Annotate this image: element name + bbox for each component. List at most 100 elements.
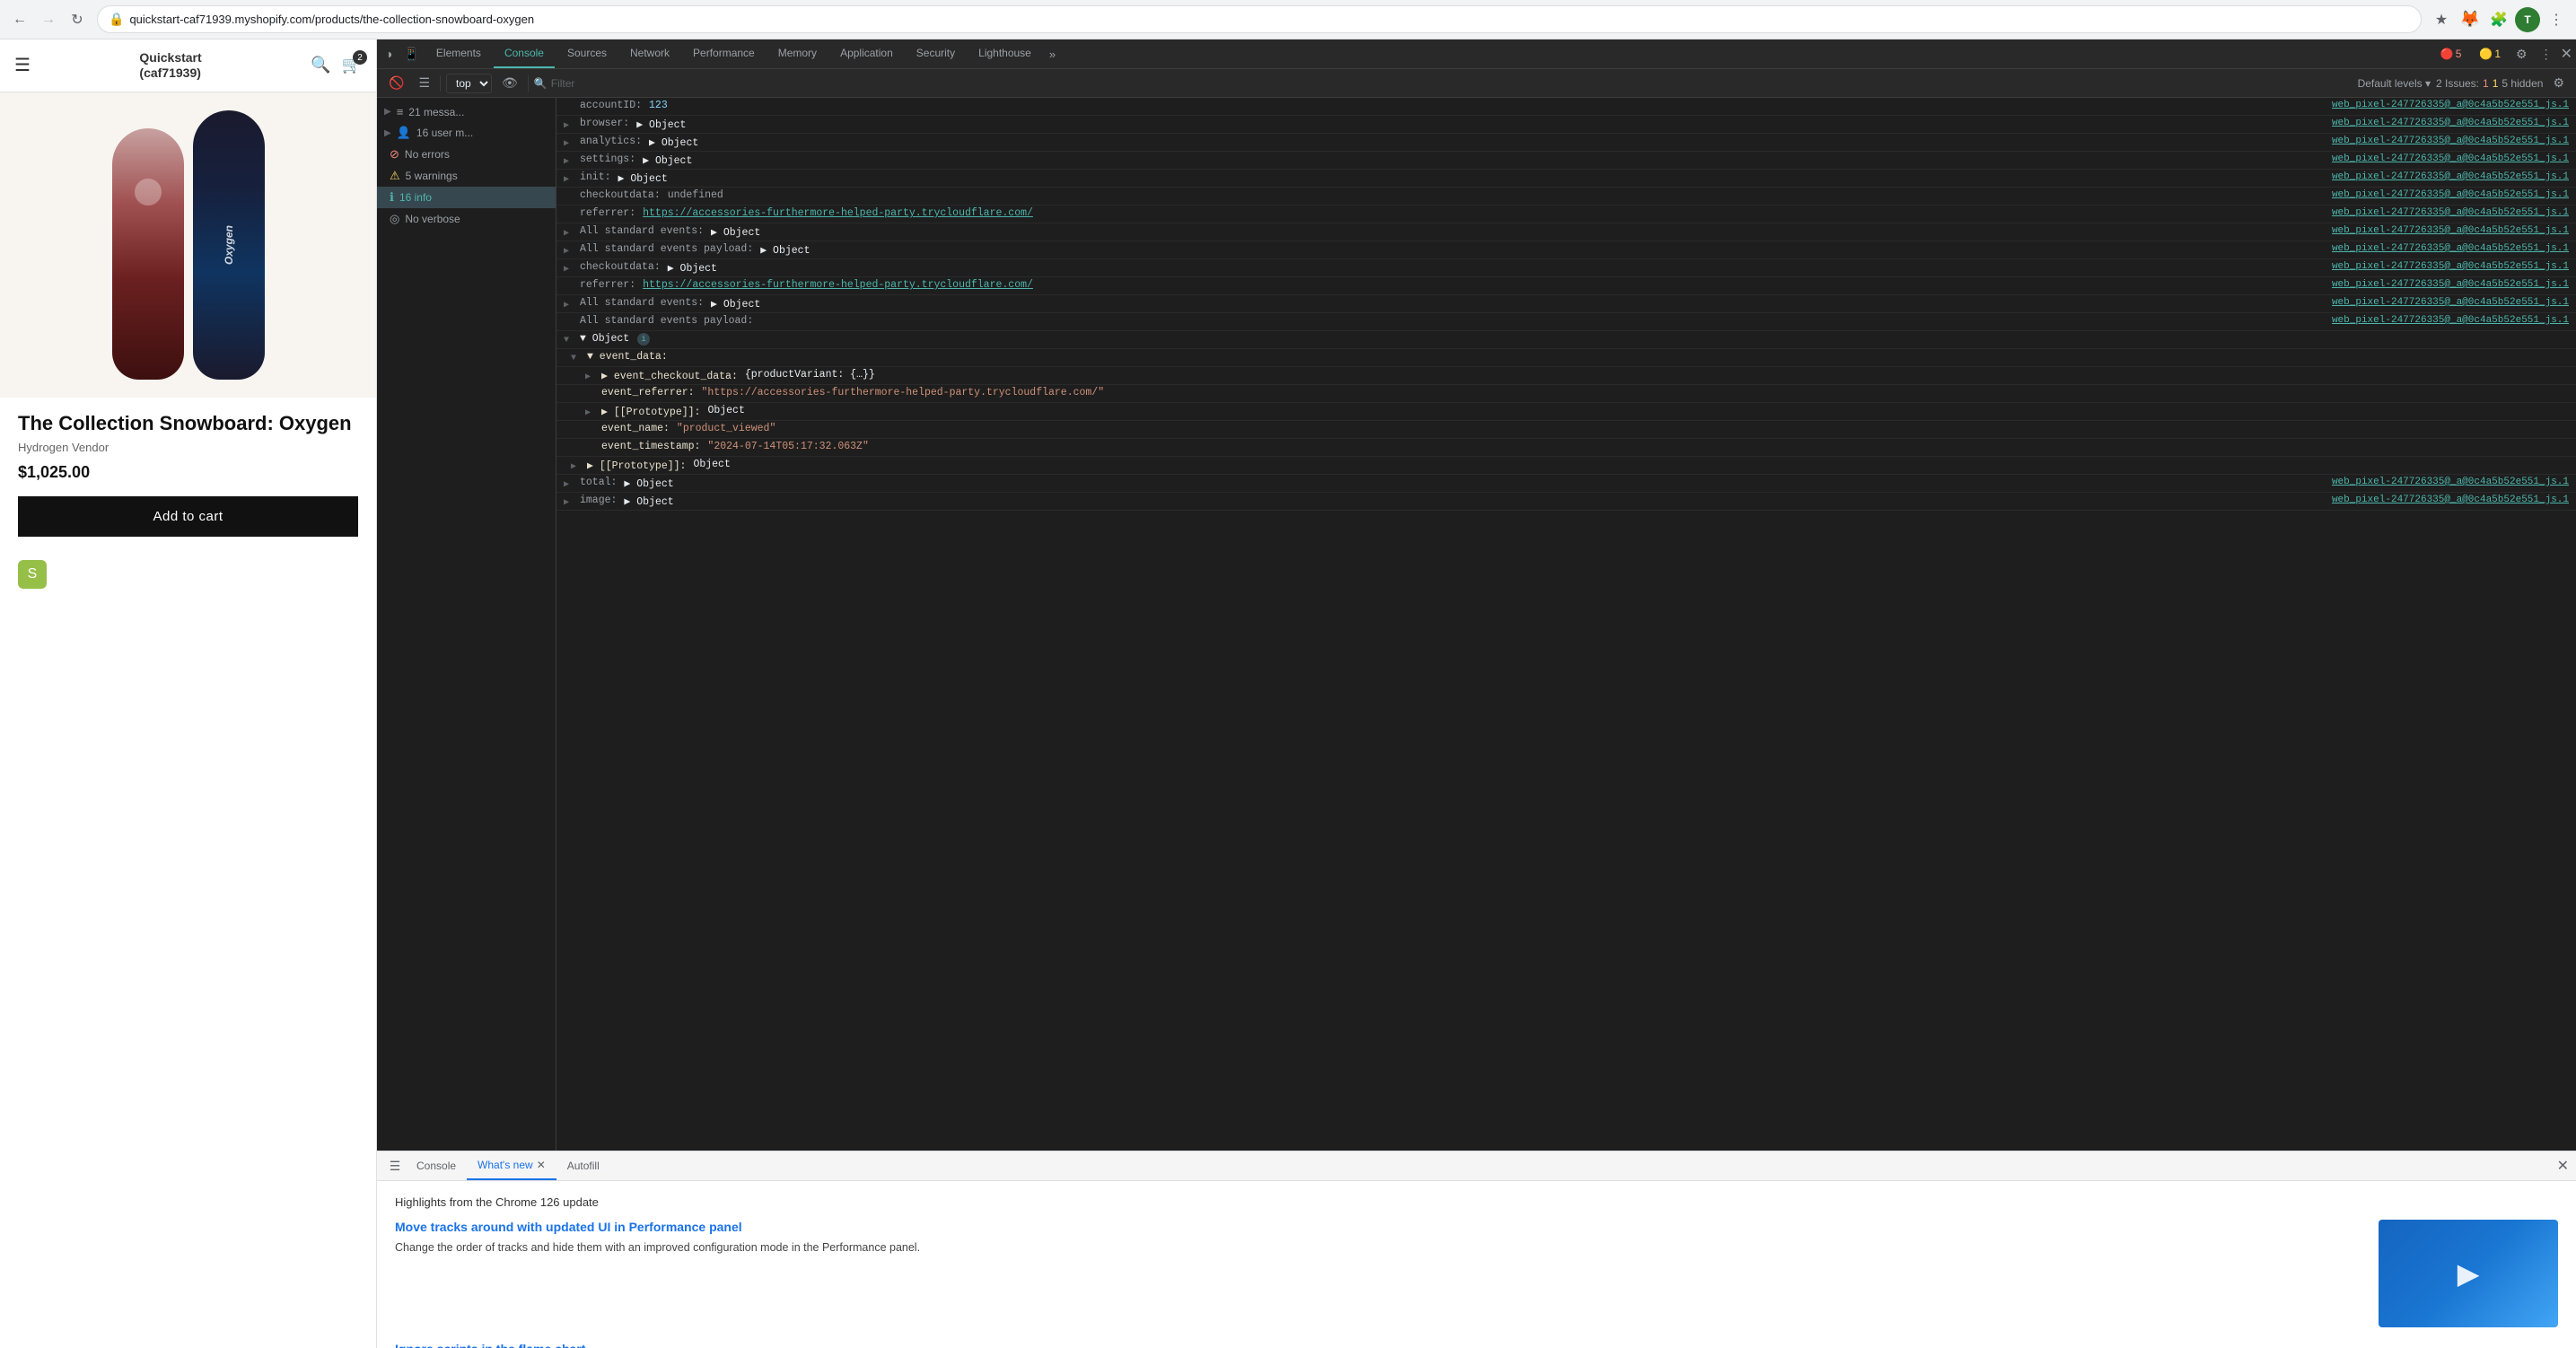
wn-article-1-title[interactable]: Move tracks around with updated UI in Pe… (395, 1220, 2364, 1234)
tab-performance[interactable]: Performance (682, 39, 766, 68)
tab-elements[interactable]: Elements (425, 39, 492, 68)
tab-network[interactable]: Network (619, 39, 680, 68)
back-button[interactable]: ← (7, 7, 32, 32)
log-entry-analytics: ▶ analytics: ▶ Object web_pixel-24772633… (556, 134, 2576, 152)
log-entry-referrer1: referrer: https://accessories-furthermor… (556, 206, 2576, 223)
log-source-total[interactable]: web_pixel-247726335@_a@0c4a5b52e551_js.1 (2332, 477, 2569, 487)
log-entry-event-checkout-data: ▶ ▶ event_checkout_data: {productVariant… (556, 367, 2576, 385)
menu-button[interactable]: ⋮ (2544, 7, 2569, 32)
sidebar-item-messages[interactable]: ▶ ≡ 21 messa... (377, 101, 556, 122)
nav-buttons: ← → ↻ (7, 7, 90, 32)
log-entry-image: ▶ image: ▶ Object web_pixel-247726335@_a… (556, 493, 2576, 511)
log-source-settings[interactable]: web_pixel-247726335@_a@0c4a5b52e551_js.1 (2332, 153, 2569, 164)
default-levels-button[interactable]: Default levels ▾ (2358, 77, 2431, 90)
log-source-accountid[interactable]: web_pixel-247726335@_a@0c4a5b52e551_js.1 (2332, 100, 2569, 110)
log-source-allevents2[interactable]: web_pixel-247726335@_a@0c4a5b52e551_js.1 (2332, 297, 2569, 308)
devtools-more-button[interactable]: ⋮ (2536, 44, 2557, 65)
filter-sidebar-button[interactable]: ☰ (414, 73, 434, 93)
log-entry-object-expand: ▼ ▼ Object i (556, 331, 2576, 349)
log-source-browser[interactable]: web_pixel-247726335@_a@0c4a5b52e551_js.1 (2332, 118, 2569, 128)
log-source-init[interactable]: web_pixel-247726335@_a@0c4a5b52e551_js.1 (2332, 171, 2569, 182)
log-source-allevents1[interactable]: web_pixel-247726335@_a@0c4a5b52e551_js.1 (2332, 225, 2569, 236)
wn-article-2-title[interactable]: Ignore scripts in the flame chart (395, 1342, 2558, 1348)
whats-new-tab-menu[interactable]: ☰ (384, 1155, 406, 1177)
search-button[interactable]: 🔍 (311, 56, 330, 74)
product-vendor: Hydrogen Vendor (18, 441, 358, 454)
wn-article-1: Move tracks around with updated UI in Pe… (395, 1220, 2558, 1327)
wn-article-1-desc: Change the order of tracks and hide them… (395, 1239, 2364, 1256)
issue-warn-count: 1 (2493, 77, 2499, 90)
sidebar-item-user-messages[interactable]: ▶ 👤 16 user m... (377, 122, 556, 144)
log-source-allevents-payload2[interactable]: web_pixel-247726335@_a@0c4a5b52e551_js.1 (2332, 315, 2569, 326)
log-entry-init: ▶ init: ▶ Object web_pixel-247726335@_a@… (556, 170, 2576, 188)
eye-button[interactable]: 👁 (497, 73, 522, 93)
console-settings-button[interactable]: ⚙ (2548, 73, 2569, 93)
verbose-label: No verbose (405, 213, 548, 225)
error-icon: 🔴 (2440, 48, 2454, 60)
warnings-label: 5 warnings (406, 170, 548, 182)
log-source-checkoutdata1[interactable]: web_pixel-247726335@_a@0c4a5b52e551_js.1 (2332, 189, 2569, 200)
log-source-referrer2[interactable]: web_pixel-247726335@_a@0c4a5b52e551_js.1 (2332, 279, 2569, 290)
forward-button[interactable]: → (36, 7, 61, 32)
log-entry-prototype2: ▶ ▶ [[Prototype]]: Object (556, 457, 2576, 475)
filter-input[interactable] (551, 77, 2353, 90)
tab-security[interactable]: Security (906, 39, 966, 68)
log-source-checkoutdata2[interactable]: web_pixel-247726335@_a@0c4a5b52e551_js.1 (2332, 261, 2569, 272)
issue-error-count: 1 (2483, 77, 2489, 90)
error-count-badge[interactable]: 🔴 5 (2433, 44, 2469, 64)
warn-count-badge[interactable]: 🟡 1 (2472, 44, 2508, 64)
console-sidebar: ▶ ≡ 21 messa... ▶ 👤 16 user m... ⊘ No er… (377, 98, 556, 1151)
wn-highlights: Highlights from the Chrome 126 update (395, 1195, 2558, 1209)
devtools-close-button[interactable]: ✕ (2561, 45, 2572, 63)
wn-tab-whats-new[interactable]: What's new ✕ (467, 1151, 556, 1180)
hamburger-menu-button[interactable]: ☰ (14, 54, 31, 76)
extensions-button[interactable]: 🧩 (2486, 7, 2511, 32)
devtools-device-button[interactable]: 📱 (399, 44, 423, 65)
wn-tab-close-button[interactable]: ✕ (537, 1159, 546, 1171)
user-messages-icon: 👤 (397, 126, 411, 140)
shop-header-icons: 🔍 🛒 2 (311, 56, 362, 74)
cart-button[interactable]: 🛒 2 (342, 56, 362, 74)
clear-console-button[interactable]: 🚫 (384, 73, 408, 93)
whats-new-close-button[interactable]: ✕ (2557, 1157, 2569, 1175)
profile-button[interactable]: T (2515, 7, 2540, 32)
user-messages-label: 16 user m... (416, 127, 548, 139)
devtools-settings-button[interactable]: ⚙ (2511, 44, 2532, 65)
lock-icon: 🔒 (109, 12, 124, 27)
sidebar-item-verbose[interactable]: ◎ No verbose (377, 208, 556, 230)
console-content: ▶ ≡ 21 messa... ▶ 👤 16 user m... ⊘ No er… (377, 98, 2576, 1151)
wn-tab-autofill[interactable]: Autofill (556, 1152, 610, 1179)
sidebar-item-errors[interactable]: ⊘ No errors (377, 144, 556, 165)
browser-actions: ★ 🦊 🧩 T ⋮ (2429, 7, 2569, 32)
tab-memory[interactable]: Memory (767, 39, 828, 68)
filter-icon: 🔍 (534, 77, 548, 90)
log-source-referrer1[interactable]: web_pixel-247726335@_a@0c4a5b52e551_js.1 (2332, 207, 2569, 218)
tab-lighthouse[interactable]: Lighthouse (968, 39, 1042, 68)
log-entry-event-data: ▼ ▼ event_data: (556, 349, 2576, 367)
extension-fox-button[interactable]: 🦊 (2458, 7, 2483, 32)
bookmark-button[interactable]: ★ (2429, 7, 2454, 32)
sidebar-item-info[interactable]: ℹ 16 info (377, 187, 556, 208)
log-entry-event-name: event_name: "product_viewed" (556, 421, 2576, 439)
tab-application[interactable]: Application (829, 39, 904, 68)
add-to-cart-button[interactable]: Add to cart (18, 496, 358, 537)
log-source-image[interactable]: web_pixel-247726335@_a@0c4a5b52e551_js.1 (2332, 495, 2569, 505)
address-bar[interactable]: 🔒 quickstart-caf71939.myshopify.com/prod… (97, 5, 2422, 33)
context-selector[interactable]: top (446, 74, 492, 93)
filter-area: 🔍 (534, 77, 2353, 90)
messages-icon: ≡ (397, 105, 404, 118)
shopify-logo: S (18, 560, 47, 589)
tab-sources[interactable]: Sources (556, 39, 618, 68)
reload-button[interactable]: ↻ (65, 7, 90, 32)
url-text: quickstart-caf71939.myshopify.com/produc… (129, 13, 2410, 26)
main-area: ☰ Quickstart (caf71939) 🔍 🛒 2 The Collec… (0, 39, 2576, 1348)
log-source-analytics[interactable]: web_pixel-247726335@_a@0c4a5b52e551_js.1 (2332, 136, 2569, 146)
wn-tab-console[interactable]: Console (406, 1152, 467, 1179)
devtools-element-inspector-button[interactable]: ◑ (381, 44, 397, 64)
log-entry-allevents-payload2: All standard events payload: web_pixel-2… (556, 313, 2576, 331)
more-tabs-button[interactable]: » (1044, 40, 1061, 68)
log-source-allevents-payload1[interactable]: web_pixel-247726335@_a@0c4a5b52e551_js.1 (2332, 243, 2569, 254)
sidebar-item-warnings[interactable]: ⚠ 5 warnings (377, 165, 556, 187)
tab-console[interactable]: Console (494, 39, 555, 68)
verbose-icon: ◎ (390, 212, 399, 226)
